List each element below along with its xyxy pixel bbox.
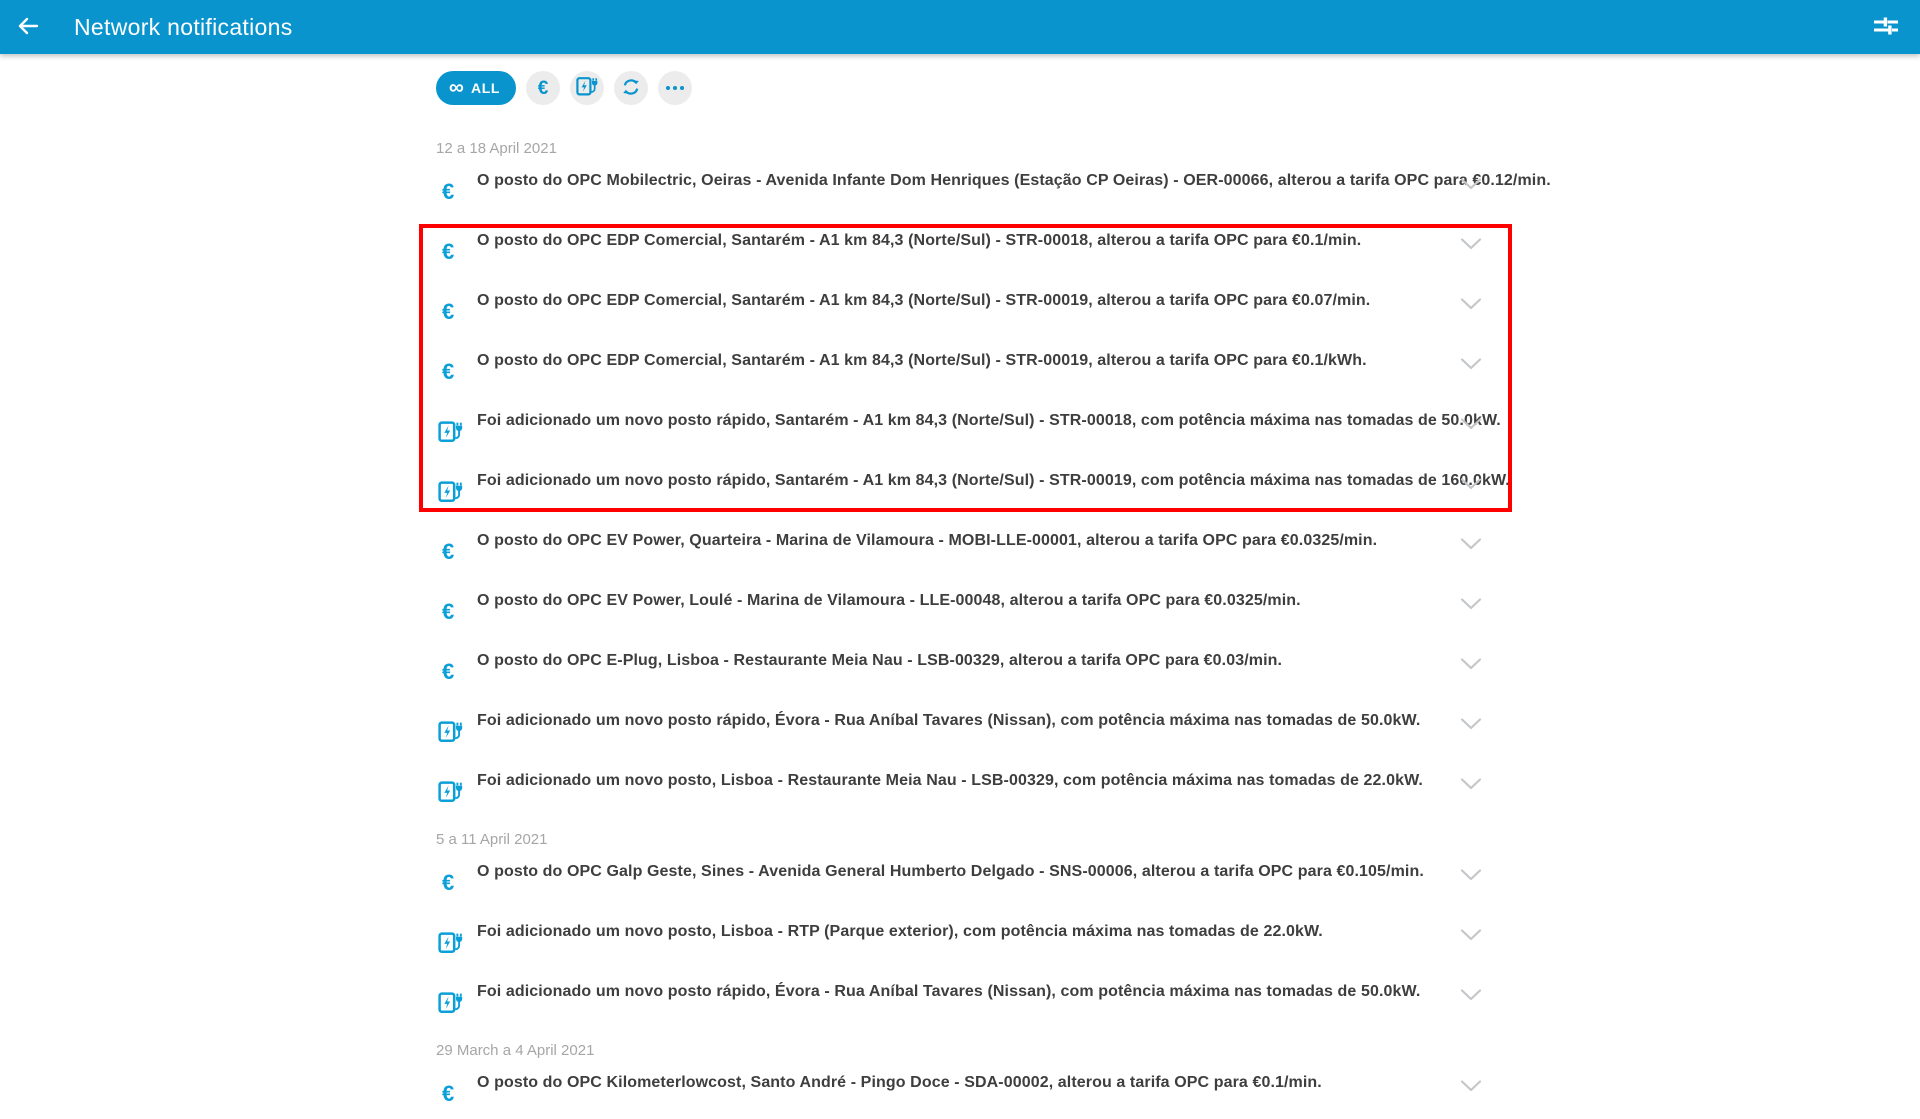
euro-icon: € <box>442 241 454 263</box>
chevron-down-icon[interactable] <box>1460 357 1482 369</box>
euro-icon: € <box>442 872 454 894</box>
chevron-down-icon[interactable] <box>1460 297 1482 309</box>
notification-row[interactable]: € Foi adicionado um novo posto rápido, S… <box>436 457 1512 517</box>
euro-icon: € <box>442 661 454 683</box>
notification-row[interactable]: € Foi adicionado um novo posto rápido, É… <box>436 697 1512 757</box>
notifications-content: ∞ ALL € <box>436 54 1512 1119</box>
notification-text: Foi adicionado um novo posto rápido, San… <box>436 457 1512 490</box>
notification-row[interactable]: € Foi adicionado um novo posto, Lisboa -… <box>436 908 1512 968</box>
chevron-down-icon[interactable] <box>1460 717 1482 729</box>
notification-text: O posto do OPC EDP Comercial, Santarém -… <box>436 217 1512 250</box>
chevron-down-icon[interactable] <box>1460 417 1482 429</box>
back-button[interactable] <box>8 7 48 47</box>
chevron-down-icon[interactable] <box>1460 988 1482 1000</box>
notification-row[interactable]: € O posto do OPC Mobilectric, Oeiras - A… <box>436 157 1512 217</box>
charging-station-icon <box>438 419 463 451</box>
notification-section: 5 a 11 April 2021 € O posto do OPC Galp … <box>436 832 1512 1028</box>
charging-station-icon <box>438 479 463 511</box>
notification-text: O posto do OPC E-Plug, Lisboa - Restaura… <box>436 637 1512 670</box>
chevron-down-icon[interactable] <box>1460 477 1482 489</box>
notification-text: O posto do OPC Kilometerlowcost, Santo A… <box>436 1059 1512 1092</box>
section-rows: € O posto do OPC Galp Geste, Sines - Ave… <box>436 848 1512 1028</box>
chevron-down-icon[interactable] <box>1460 868 1482 880</box>
filter-charger-chip[interactable] <box>570 71 604 105</box>
notification-row[interactable]: € O posto do OPC EDP Comercial, Santarém… <box>436 217 1512 277</box>
chevron-down-icon[interactable] <box>1460 1079 1482 1091</box>
date-header: 12 a 18 April 2021 <box>436 141 1512 157</box>
notification-row[interactable]: € O posto do OPC EV Power, Quarteira - M… <box>436 517 1512 577</box>
notification-text: O posto do OPC EV Power, Quarteira - Mar… <box>436 517 1512 550</box>
notification-text: Foi adicionado um novo posto rápido, Évo… <box>436 697 1512 730</box>
notification-text: Foi adicionado um novo posto rápido, San… <box>436 397 1512 430</box>
charging-station-icon <box>438 779 463 811</box>
section-rows: € O posto do OPC Kilometerlowcost, Santo… <box>436 1059 1512 1119</box>
notification-row[interactable]: € O posto do OPC E-Plug, Lisboa - Restau… <box>436 637 1512 697</box>
notification-text: O posto do OPC Mobilectric, Oeiras - Ave… <box>436 157 1512 190</box>
filter-all-label: ALL <box>471 80 500 96</box>
more-dots-icon <box>666 86 684 90</box>
refresh-icon <box>621 77 641 100</box>
chevron-down-icon[interactable] <box>1460 928 1482 940</box>
chevron-down-icon[interactable] <box>1460 177 1482 189</box>
charging-station-icon <box>438 990 463 1022</box>
notification-row[interactable]: € Foi adicionado um novo posto rápido, É… <box>436 968 1512 1028</box>
filter-settings-button[interactable] <box>1866 7 1906 47</box>
chevron-down-icon[interactable] <box>1460 657 1482 669</box>
notification-text: Foi adicionado um novo posto, Lisboa - R… <box>436 908 1512 941</box>
notification-section: 12 a 18 April 2021 € O posto do OPC Mobi… <box>436 141 1512 817</box>
notification-row[interactable]: € O posto do OPC EV Power, Loulé - Marin… <box>436 577 1512 637</box>
euro-icon: € <box>442 1083 454 1105</box>
notification-list: 12 a 18 April 2021 € O posto do OPC Mobi… <box>436 141 1512 1119</box>
notification-text: O posto do OPC EDP Comercial, Santarém -… <box>436 277 1512 310</box>
chevron-down-icon[interactable] <box>1460 777 1482 789</box>
filter-chips-row: ∞ ALL € <box>436 71 1512 105</box>
charging-station-icon <box>438 930 463 962</box>
notification-text: Foi adicionado um novo posto rápido, Évo… <box>436 968 1512 1001</box>
notification-text: Foi adicionado um novo posto, Lisboa - R… <box>436 757 1512 790</box>
chevron-down-icon[interactable] <box>1460 537 1482 549</box>
back-arrow-icon <box>16 14 40 41</box>
notification-text: O posto do OPC EV Power, Loulé - Marina … <box>436 577 1512 610</box>
filter-all-chip[interactable]: ∞ ALL <box>436 71 516 105</box>
euro-icon: € <box>538 79 549 98</box>
notification-row[interactable]: € O posto do OPC EDP Comercial, Santarém… <box>436 277 1512 337</box>
page-title: Network notifications <box>74 14 293 41</box>
notification-text: O posto do OPC Galp Geste, Sines - Aveni… <box>436 848 1512 881</box>
section-rows: € O posto do OPC Mobilectric, Oeiras - A… <box>436 157 1512 817</box>
filter-tariff-chip[interactable]: € <box>526 71 560 105</box>
charging-station-icon <box>438 719 463 751</box>
euro-icon: € <box>442 181 454 203</box>
euro-icon: € <box>442 361 454 383</box>
tune-sliders-icon <box>1874 16 1898 39</box>
notification-row[interactable]: € Foi adicionado um novo posto rápido, S… <box>436 397 1512 457</box>
notification-section: 29 March a 4 April 2021 € O posto do OPC… <box>436 1043 1512 1119</box>
notification-row[interactable]: € Foi adicionado um novo posto, Lisboa -… <box>436 757 1512 817</box>
infinity-icon: ∞ <box>449 77 464 98</box>
notification-text: O posto do OPC EDP Comercial, Santarém -… <box>436 337 1512 370</box>
date-header: 5 a 11 April 2021 <box>436 832 1512 848</box>
euro-icon: € <box>442 301 454 323</box>
chevron-down-icon[interactable] <box>1460 597 1482 609</box>
notification-row[interactable]: € O posto do OPC Galp Geste, Sines - Ave… <box>436 848 1512 908</box>
app-header: Network notifications <box>0 0 1920 54</box>
date-header: 29 March a 4 April 2021 <box>436 1043 1512 1059</box>
euro-icon: € <box>442 601 454 623</box>
filter-refresh-chip[interactable] <box>614 71 648 105</box>
euro-icon: € <box>442 541 454 563</box>
notification-row[interactable]: € O posto do OPC Kilometerlowcost, Santo… <box>436 1059 1512 1119</box>
chevron-down-icon[interactable] <box>1460 237 1482 249</box>
filter-more-chip[interactable] <box>658 71 692 105</box>
notification-row[interactable]: € O posto do OPC EDP Comercial, Santarém… <box>436 337 1512 397</box>
charging-station-icon <box>576 75 598 102</box>
